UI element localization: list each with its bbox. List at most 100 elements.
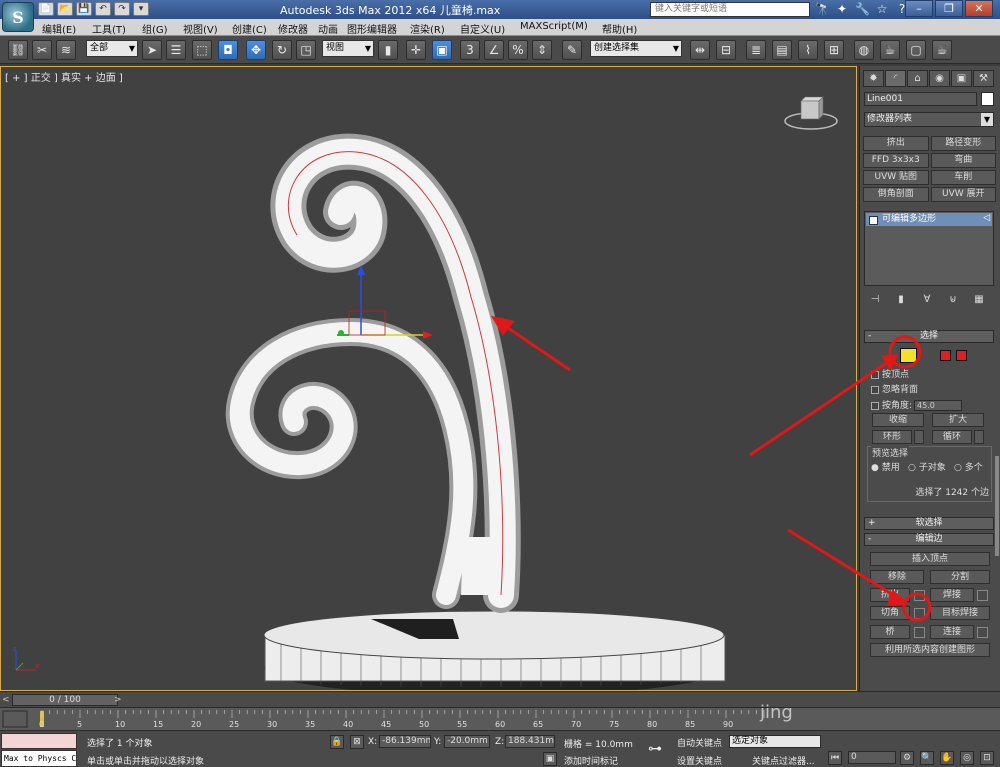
current-frame-field[interactable]: 0 bbox=[848, 751, 896, 764]
pivot-center-icon[interactable]: ▮ bbox=[378, 40, 398, 60]
modify-tab-icon[interactable]: ◜ bbox=[885, 70, 906, 87]
curve-editor-icon[interactable]: ⌇ bbox=[798, 40, 818, 60]
orbit-icon[interactable]: ◎ bbox=[960, 751, 974, 765]
subscription-icon[interactable]: ✦ bbox=[835, 1, 849, 17]
favorites-icon[interactable]: ☆ bbox=[875, 1, 889, 17]
link-icon[interactable]: ⛓ bbox=[8, 40, 28, 60]
target-weld-button[interactable]: 目标焊接 bbox=[930, 606, 990, 620]
rendered-frame-icon[interactable]: ▢ bbox=[906, 40, 926, 60]
connect-settings-button[interactable] bbox=[977, 627, 988, 638]
create-tab-icon[interactable]: ✹ bbox=[863, 70, 884, 87]
extrude-settings-button[interactable] bbox=[914, 590, 925, 601]
scale-icon[interactable]: ◳ bbox=[296, 40, 316, 60]
bridge-button[interactable]: 桥 bbox=[870, 625, 910, 639]
path-deform-modifier-button[interactable]: 路径变形 bbox=[930, 136, 996, 151]
object-color-swatch[interactable] bbox=[981, 92, 994, 106]
redo-icon[interactable]: ↷ bbox=[114, 2, 130, 16]
menu-modifiers[interactable]: 修改器 bbox=[278, 21, 308, 36]
reference-coord-select[interactable]: 视图 bbox=[322, 40, 374, 57]
panel-scrollbar[interactable] bbox=[995, 456, 999, 556]
render-setup-icon[interactable]: ☕ bbox=[880, 40, 900, 60]
ring-spinner[interactable] bbox=[914, 430, 924, 444]
layer-manager-icon[interactable]: ≣ bbox=[746, 40, 766, 60]
polygon-subobject-icon[interactable] bbox=[940, 350, 951, 361]
object-name-field[interactable]: Line001 bbox=[864, 92, 977, 106]
tools-icon[interactable]: 🔧 bbox=[855, 1, 870, 17]
angle-snap-icon[interactable]: ∠ bbox=[484, 40, 504, 60]
pan-icon[interactable]: ✋ bbox=[940, 751, 954, 765]
maxscript-mini-listener[interactable] bbox=[1, 733, 77, 749]
graphite-tools-icon[interactable]: ▤ bbox=[772, 40, 792, 60]
next-frame-icon[interactable]: > bbox=[114, 695, 122, 705]
menu-maxscript[interactable]: MAXScript(M) bbox=[520, 21, 588, 32]
viewport-front[interactable]: [ + ] 正交 ] 真实 + 边面 ] z x bbox=[0, 66, 857, 691]
move-icon[interactable]: ✥ bbox=[246, 40, 266, 60]
set-key-icon[interactable]: ⊶ bbox=[648, 741, 662, 757]
element-subobject-icon[interactable] bbox=[956, 350, 967, 361]
schematic-view-icon[interactable]: ⊞ bbox=[824, 40, 844, 60]
stack-item-editable-poly[interactable]: 可编辑多边形 bbox=[866, 213, 992, 226]
extrude-modifier-button[interactable]: 挤出 bbox=[863, 136, 929, 151]
maximize-button[interactable]: ❐ bbox=[935, 0, 963, 17]
quick-access-dropdown-icon[interactable]: ▾ bbox=[133, 2, 149, 16]
maxscript-input[interactable]: Max to Physcs C bbox=[1, 750, 77, 767]
mirror-icon[interactable]: ⇹ bbox=[690, 40, 710, 60]
unlink-icon[interactable]: ✂ bbox=[32, 40, 52, 60]
select-object-icon[interactable]: ➤ bbox=[142, 40, 162, 60]
subobject-edge-icon[interactable]: ◁ bbox=[983, 213, 990, 223]
app-logo-icon[interactable]: S bbox=[2, 2, 34, 32]
time-config-icon[interactable]: ⚙ bbox=[900, 751, 914, 765]
chamfer-button[interactable]: 切角 bbox=[870, 606, 910, 620]
extrude-button[interactable]: 挤出 bbox=[870, 588, 910, 602]
select-manipulate-icon[interactable]: ✛ bbox=[406, 40, 426, 60]
align-icon[interactable]: ⊟ bbox=[716, 40, 736, 60]
selection-rollout-header[interactable]: - 选择 bbox=[864, 330, 994, 343]
keyboard-shortcut-icon[interactable]: ▣ bbox=[432, 40, 452, 60]
weld-settings-button[interactable] bbox=[977, 590, 988, 601]
menu-create[interactable]: 创建(C) bbox=[232, 21, 267, 36]
maximize-viewport-icon[interactable]: ⊡ bbox=[980, 751, 994, 765]
material-editor-icon[interactable]: ◍ bbox=[854, 40, 874, 60]
loop-spinner[interactable] bbox=[974, 430, 984, 444]
key-mode-icon[interactable]: ⏮ bbox=[828, 751, 842, 765]
menu-views[interactable]: 视图(V) bbox=[183, 21, 218, 36]
absolute-mode-icon[interactable]: ⊠ bbox=[350, 735, 364, 749]
by-angle-checkbox[interactable]: 按角度: 45.0 bbox=[871, 398, 963, 411]
utilities-tab-icon[interactable]: ⚒ bbox=[973, 70, 994, 87]
auto-key-button[interactable]: 自动关键点 bbox=[677, 736, 722, 749]
configure-modifier-sets-icon[interactable]: ▦ bbox=[972, 293, 986, 307]
insert-vertex-button[interactable]: 插入顶点 bbox=[870, 552, 990, 566]
menu-animation[interactable]: 动画 bbox=[318, 21, 338, 36]
y-coordinate-field[interactable]: -20.0mm bbox=[444, 735, 490, 748]
menu-customize[interactable]: 自定义(U) bbox=[460, 21, 505, 36]
shrink-button[interactable]: 收缩 bbox=[872, 413, 924, 427]
prev-frame-icon[interactable]: < bbox=[2, 695, 10, 705]
by-angle-spinner[interactable]: 45.0 bbox=[914, 400, 963, 411]
remove-button[interactable]: 移除 bbox=[870, 570, 924, 584]
preview-off-radio[interactable]: ● 禁用 bbox=[871, 460, 900, 473]
close-button[interactable]: ✕ bbox=[965, 0, 993, 17]
bend-modifier-button[interactable]: 弯曲 bbox=[930, 153, 996, 168]
lock-selection-icon[interactable]: 🔒 bbox=[330, 735, 344, 749]
minimize-button[interactable]: – bbox=[905, 0, 933, 17]
ring-button[interactable]: 环形 bbox=[872, 430, 912, 444]
preview-multi-radio[interactable]: ○ 多个 bbox=[954, 460, 983, 473]
loop-button[interactable]: 循环 bbox=[932, 430, 972, 444]
bridge-settings-button[interactable] bbox=[914, 627, 925, 638]
zoom-icon[interactable]: 🔍 bbox=[920, 751, 934, 765]
weld-button[interactable]: 焊接 bbox=[930, 588, 974, 602]
bind-spacewarp-icon[interactable]: ≋ bbox=[56, 40, 76, 60]
menu-help[interactable]: 帮助(H) bbox=[602, 21, 637, 36]
ffd-modifier-button[interactable]: FFD 3x3x3 bbox=[863, 153, 929, 168]
time-slider-thumb[interactable]: 0 / 100 bbox=[12, 694, 118, 706]
scene-canvas[interactable] bbox=[1, 67, 856, 690]
rect-selection-icon[interactable]: ⬚ bbox=[192, 40, 212, 60]
key-filters-button[interactable]: 关键点过滤器... bbox=[752, 754, 815, 767]
bevel-profile-modifier-button[interactable]: 倒角剖面 bbox=[863, 187, 929, 202]
create-shape-button[interactable]: 利用所选内容创建图形 bbox=[870, 643, 990, 657]
by-vertex-checkbox[interactable]: 按顶点 bbox=[871, 367, 909, 380]
menu-edit[interactable]: 编辑(E) bbox=[42, 21, 76, 36]
menu-graph-editors[interactable]: 图形编辑器 bbox=[347, 21, 397, 36]
binoculars-icon[interactable]: 🔭 bbox=[815, 1, 830, 17]
select-by-name-icon[interactable]: ☰ bbox=[166, 40, 186, 60]
